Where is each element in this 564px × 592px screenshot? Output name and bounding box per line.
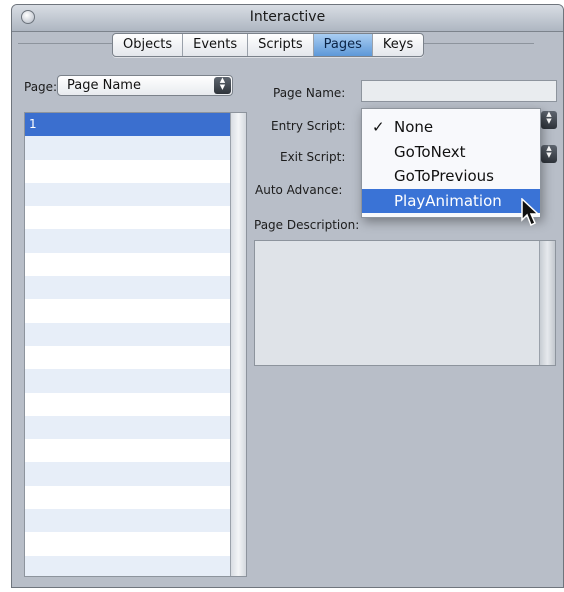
page-description-field[interactable] [254, 240, 556, 366]
tab-keys[interactable]: Keys [373, 34, 423, 56]
list-item-empty [25, 415, 230, 440]
select-arrows-icon: ▲ ▼ [214, 77, 231, 94]
page-list-rows: 1 [25, 113, 230, 576]
page-select[interactable]: Page Name ▲ ▼ [57, 75, 233, 96]
exit-script-arrows-icon[interactable]: ▲ ▼ [541, 145, 557, 163]
mouse-pointer-icon [521, 198, 540, 227]
title-bar[interactable]: Interactive [12, 5, 563, 32]
page-select-value: Page Name [67, 78, 141, 93]
menu-item-playanimation[interactable]: PlayAnimation [362, 189, 540, 213]
window-title: Interactive [249, 9, 326, 25]
list-item-empty [25, 439, 230, 463]
list-item-empty [25, 322, 230, 346]
entry-script-menu: ✓ None GoToNext GoToPrevious PlayAnimati… [361, 108, 541, 218]
list-item-empty [25, 229, 230, 253]
list-item-empty [25, 485, 230, 510]
page-name-label: Page Name: [273, 86, 346, 100]
menu-item-gotonext[interactable]: GoToNext [362, 140, 540, 164]
list-item-empty [25, 392, 230, 416]
list-item-empty [25, 276, 230, 300]
tab-scripts[interactable]: Scripts [248, 34, 314, 56]
auto-advance-label: Auto Advance: [255, 183, 343, 197]
list-item-empty [25, 532, 230, 556]
exit-script-label: Exit Script: [280, 150, 346, 164]
tab-events[interactable]: Events [183, 34, 249, 56]
list-item-empty [25, 252, 230, 277]
list-item-empty [25, 462, 230, 486]
tab-pages[interactable]: Pages [313, 34, 373, 56]
entry-script-arrows-icon[interactable]: ▲ ▼ [541, 111, 557, 129]
entry-script-label: Entry Script: [271, 119, 346, 133]
list-item[interactable]: 1 [25, 113, 230, 137]
page-list[interactable]: 1 [24, 112, 247, 577]
list-item-empty [25, 509, 230, 533]
list-item-empty [25, 182, 230, 207]
menu-item-gotoprevious[interactable]: GoToPrevious [362, 164, 540, 188]
list-item-empty [25, 136, 230, 160]
list-item-empty [25, 299, 230, 323]
page-description-label: Page Description: [254, 218, 360, 232]
list-item-empty [25, 206, 230, 230]
list-item-empty [25, 555, 230, 576]
list-item-empty [25, 345, 230, 370]
description-scrollbar[interactable] [539, 241, 555, 365]
checkmark-icon: ✓ [372, 118, 385, 136]
list-item-empty [25, 159, 230, 183]
page-name-field[interactable] [361, 80, 557, 102]
list-item-empty [25, 369, 230, 393]
tab-objects[interactable]: Objects [113, 34, 184, 56]
tab-bar: Objects Events Scripts Pages Keys [112, 33, 425, 57]
page-label: Page: [24, 80, 58, 94]
menu-item-none[interactable]: ✓ None [362, 115, 540, 139]
page-list-scrollbar[interactable] [230, 113, 246, 576]
